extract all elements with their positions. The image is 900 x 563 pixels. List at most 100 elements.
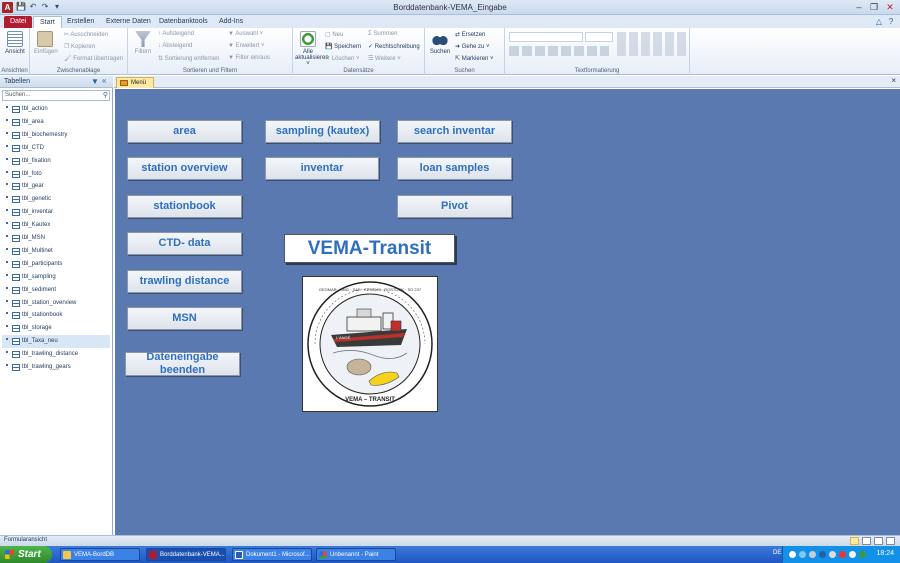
nav-table-item[interactable]: tbl_gear: [2, 180, 110, 193]
nav-table-item[interactable]: tbl_area: [2, 116, 110, 129]
nav-table-item[interactable]: tbl_inventar: [2, 206, 110, 219]
search-inventar-button[interactable]: search inventar: [397, 120, 512, 143]
close-icon[interactable]: ✕: [883, 1, 897, 13]
spelling-button[interactable]: ✓ Rechtschreibung: [368, 43, 420, 50]
remove-sort-button[interactable]: ⇅ Sortierung entfernen: [158, 55, 219, 62]
nav-table-label: tbl_gear: [22, 183, 44, 190]
font-family-select[interactable]: [509, 32, 583, 42]
nav-table-item[interactable]: tbl_sampling: [2, 271, 110, 284]
datasheet-view-icon[interactable]: [862, 537, 871, 545]
usb-icon[interactable]: [809, 551, 816, 558]
nav-table-item[interactable]: tbl_storage: [2, 322, 110, 335]
task-paint[interactable]: Unbenannt - Paint: [316, 548, 396, 561]
find-button[interactable]: Suchen: [429, 31, 451, 55]
save-record-button[interactable]: 💾 Speichern: [325, 43, 361, 50]
replace-button[interactable]: ⇄ Ersetzen: [455, 31, 485, 38]
sync-icon[interactable]: [829, 551, 836, 558]
inventar-button[interactable]: inventar: [265, 157, 379, 180]
nav-table-item[interactable]: tbl_genetic: [2, 193, 110, 206]
nav-header[interactable]: Tabellen ▼ «: [0, 76, 113, 88]
loan-samples-button[interactable]: loan samples: [397, 157, 512, 180]
tab-datei[interactable]: Datei: [4, 16, 33, 28]
volume-icon[interactable]: [849, 551, 856, 558]
group-label: Ansichten: [1, 68, 28, 74]
nav-table-item[interactable]: tbl_MSN: [2, 232, 110, 245]
msn-button[interactable]: MSN: [127, 307, 242, 330]
view-button[interactable]: Ansicht: [4, 31, 26, 55]
delete-record-button[interactable]: ✕ Löschen ˅: [325, 55, 360, 62]
language-indicator[interactable]: DE: [773, 550, 781, 556]
selection-button[interactable]: ▼ Auswahl ˅: [228, 31, 263, 37]
nav-dropdown-icon[interactable]: ▼: [91, 77, 99, 86]
find-label: Suchen: [429, 49, 451, 55]
nav-table-item[interactable]: tbl_station_overview: [2, 297, 110, 310]
copy-button[interactable]: ❐ Kopieren: [64, 43, 95, 50]
nav-table-item[interactable]: tbl_action: [2, 103, 110, 116]
ribbon-minimize-icon[interactable]: △: [874, 17, 884, 27]
new-record-button[interactable]: ▢ Neu: [325, 31, 343, 38]
nav-table-item[interactable]: tbl_trawling_gears: [2, 361, 110, 374]
refresh-all-button[interactable]: Alle aktualisieren ˅: [295, 31, 329, 67]
bluetooth-icon[interactable]: [819, 551, 826, 558]
nav-table-item[interactable]: tbl_foto: [2, 168, 110, 181]
font-style-buttons[interactable]: [509, 46, 609, 56]
start-button[interactable]: Start: [0, 546, 52, 563]
nav-table-item[interactable]: tbl_trawling_distance: [2, 348, 110, 361]
sort-ascending-button[interactable]: ↑ Aufsteigend: [158, 31, 194, 37]
alignment-buttons[interactable]: [617, 32, 687, 56]
font-size-select[interactable]: [585, 32, 613, 42]
tab-datenbanktools[interactable]: Datenbanktools: [153, 16, 214, 28]
task-word-dokument[interactable]: Dokument1 - Microsof...: [232, 548, 312, 561]
tab-erstellen[interactable]: Erstellen: [61, 16, 100, 28]
goto-button[interactable]: ➜ Gehe zu ˅: [455, 43, 490, 50]
help-tray-icon[interactable]: [789, 551, 796, 558]
more-button[interactable]: ☰ Weitere ˅: [368, 55, 401, 62]
stationbook-button[interactable]: stationbook: [127, 195, 242, 218]
cut-button[interactable]: ✂ Ausschneiden: [64, 31, 108, 38]
nav-table-item[interactable]: tbl_Kautex: [2, 219, 110, 232]
tab-start[interactable]: Start: [33, 16, 62, 28]
nav-table-item[interactable]: tbl_stationbook: [2, 309, 110, 322]
help-icon[interactable]: ?: [886, 17, 896, 27]
nav-table-item[interactable]: tbl_Taxa_neu: [2, 335, 110, 349]
totals-button[interactable]: Σ Summen: [368, 31, 397, 37]
minimize-icon[interactable]: –: [852, 1, 866, 13]
trawling-distance-button[interactable]: trawling distance: [127, 270, 242, 293]
ctd-data-button[interactable]: CTD- data: [127, 232, 242, 255]
task-vema-borddb[interactable]: VEMA-BordDB: [60, 548, 140, 561]
nav-search-input[interactable]: Suchen... ⚲: [2, 90, 110, 101]
search-icon[interactable]: ⚲: [103, 91, 108, 100]
select-button[interactable]: ⇱ Markieren ˅: [455, 55, 494, 62]
close-document-icon[interactable]: ×: [891, 76, 896, 85]
task-borddatenbank[interactable]: Borddatenbank-VEMA...: [146, 548, 226, 561]
tab-add-ins[interactable]: Add-Ins: [213, 16, 249, 28]
filter-button[interactable]: Filtern: [132, 31, 154, 55]
nav-table-item[interactable]: tbl_fixation: [2, 155, 110, 168]
end-data-entry-button[interactable]: Dateneingabe beenden: [125, 351, 240, 376]
form-view-icon[interactable]: [850, 537, 859, 545]
security-icon[interactable]: [839, 551, 846, 558]
design-view-icon[interactable]: [886, 537, 895, 545]
clock[interactable]: 18:24: [876, 550, 894, 557]
tab-externe-daten[interactable]: Externe Daten: [100, 16, 157, 28]
sort-descending-button[interactable]: ↓ Absteigend: [158, 43, 192, 49]
area-button[interactable]: area: [127, 120, 242, 143]
tab-menu-form[interactable]: Menü: [116, 77, 154, 88]
nav-table-item[interactable]: tbl_CTD: [2, 142, 110, 155]
format-painter-button[interactable]: 🖌 Format übertragen: [64, 55, 123, 62]
sampling-kautex-button[interactable]: sampling (kautex): [265, 120, 380, 143]
toggle-filter-button[interactable]: ▼ Filter ein/aus: [228, 55, 270, 61]
nav-collapse-icon[interactable]: «: [102, 76, 106, 85]
advanced-button[interactable]: ▼ Erweitert ˅: [228, 43, 264, 49]
shield-icon[interactable]: [859, 551, 866, 558]
network-icon[interactable]: [799, 551, 806, 558]
nav-table-item[interactable]: tbl_biochemestry: [2, 129, 110, 142]
restore-icon[interactable]: ❐: [867, 1, 881, 13]
layout-view-icon[interactable]: [874, 537, 883, 545]
nav-table-item[interactable]: tbl_participants: [2, 258, 110, 271]
station-overview-button[interactable]: station overview: [127, 157, 242, 180]
nav-table-item[interactable]: tbl_sediment: [2, 284, 110, 297]
paste-button[interactable]: Einfügen: [34, 31, 58, 55]
pivot-button[interactable]: Pivot: [397, 195, 512, 218]
nav-table-item[interactable]: tbl_Multinet: [2, 245, 110, 258]
